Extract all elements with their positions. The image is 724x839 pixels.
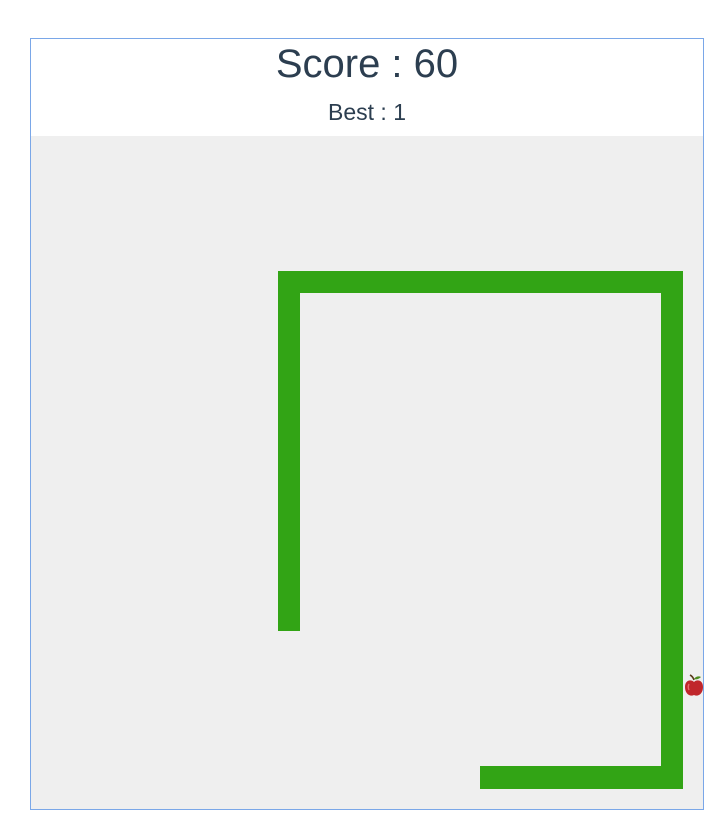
snake-segment-right <box>661 271 683 789</box>
score-display: Score : 60 <box>275 42 459 86</box>
score-header: Score : 60 Best : 1 <box>31 39 703 136</box>
snake-segment-bottom <box>480 766 683 789</box>
game-board[interactable] <box>31 136 703 809</box>
apple-icon <box>682 674 706 698</box>
best-score-display: Best : 1 <box>328 99 406 125</box>
snake-segment-top <box>278 271 683 293</box>
snake-segment-left <box>278 271 300 631</box>
game-frame: Score : 60 Best : 1 <box>30 38 704 810</box>
